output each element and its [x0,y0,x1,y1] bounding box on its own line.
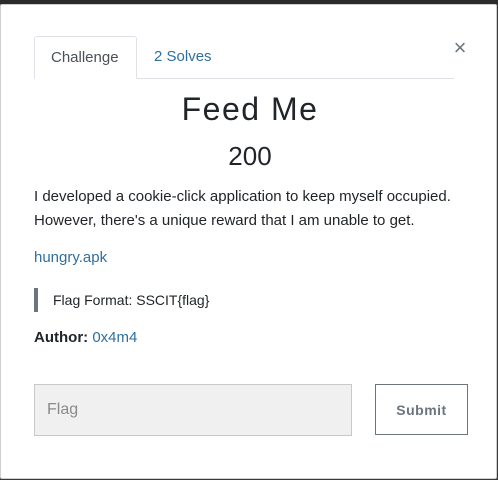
challenge-points: 200 [228,141,272,171]
challenge-title: Feed Me [181,91,319,127]
challenge-modal: × Challenge 2 Solves Feed Me 200 I devel… [0,4,497,479]
submit-button[interactable]: Submit [375,384,468,435]
author-line: Author: 0x4m4 [34,329,137,346]
file-download-link[interactable]: hungry.apk [34,249,107,266]
author-label: Author: [34,329,89,346]
modal-tabs: Challenge 2 Solves [34,36,454,79]
flag-format-note: Flag Format: SSCIT{flag} [34,288,209,312]
tab-challenge[interactable]: Challenge [34,36,137,79]
flag-input[interactable] [34,384,352,436]
challenge-description: I developed a cookie-click application t… [34,188,451,229]
tab-solves[interactable]: 2 Solves [138,36,228,78]
author-link[interactable]: 0x4m4 [92,329,137,346]
